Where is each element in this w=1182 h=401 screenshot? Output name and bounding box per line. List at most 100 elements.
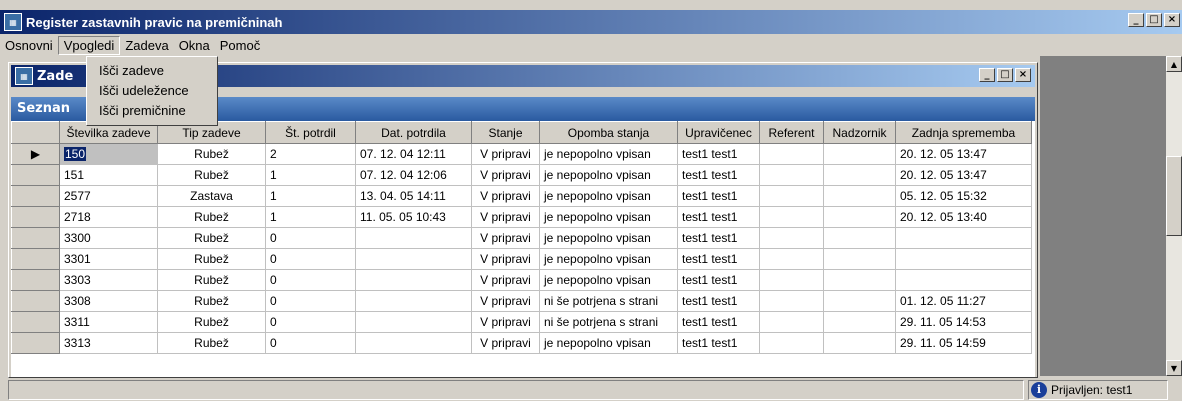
- table-cell[interactable]: [895, 227, 1032, 249]
- table-cell[interactable]: [355, 269, 472, 291]
- table-cell[interactable]: Rubež: [157, 143, 266, 165]
- table-cell[interactable]: [823, 143, 896, 165]
- menu-isci-zadeve[interactable]: Išči zadeve: [87, 61, 217, 81]
- table-cell[interactable]: [759, 206, 824, 228]
- table-cell[interactable]: je nepopolno vpisan: [539, 332, 678, 354]
- table-cell[interactable]: V pripravi: [471, 290, 540, 312]
- table-cell[interactable]: [823, 332, 896, 354]
- table-cell[interactable]: [823, 311, 896, 333]
- table-row[interactable]: 3303 Rubež 0 V pripravi je nepopolno vpisan t…: [11, 269, 1032, 291]
- table-cell[interactable]: 3308: [59, 290, 158, 312]
- table-cell[interactable]: 2718: [59, 206, 158, 228]
- table-row[interactable]: 3301 Rubež 0 V pripravi je nepopolno vpisan t…: [11, 248, 1032, 270]
- table-cell[interactable]: 3300: [59, 227, 158, 249]
- table-cell[interactable]: 3301: [59, 248, 158, 270]
- column-header[interactable]: Referent: [759, 121, 824, 144]
- table-cell[interactable]: 20. 12. 05 13:47: [895, 143, 1032, 165]
- table-cell[interactable]: 0: [265, 332, 356, 354]
- table-cell[interactable]: Rubež: [157, 248, 266, 270]
- table-cell[interactable]: 29. 11. 05 14:53: [895, 311, 1032, 333]
- table-cell[interactable]: test1 test1: [677, 290, 760, 312]
- menu-pomoc[interactable]: Pomoč: [215, 37, 265, 54]
- table-cell[interactable]: ni še potrjena s strani: [539, 311, 678, 333]
- table-row[interactable]: 151 Rubež 1 07. 12. 04 12:06 V pripravi je ne…: [11, 164, 1032, 186]
- column-header[interactable]: Opomba stanja: [539, 121, 678, 144]
- table-row[interactable]: 3313 Rubež 0 V pripravi je nepopolno vpisan t…: [11, 332, 1032, 354]
- table-cell[interactable]: V pripravi: [471, 164, 540, 186]
- child-minimize-button[interactable]: _: [979, 68, 995, 82]
- table-row[interactable]: 3311 Rubež 0 V pripravi ni še potrjena s str…: [11, 311, 1032, 333]
- menu-okna[interactable]: Okna: [174, 37, 215, 54]
- table-cell[interactable]: ni še potrjena s strani: [539, 290, 678, 312]
- table-cell[interactable]: [759, 143, 824, 165]
- table-cell[interactable]: je nepopolno vpisan: [539, 206, 678, 228]
- table-cell[interactable]: [355, 290, 472, 312]
- table-cell[interactable]: je nepopolno vpisan: [539, 269, 678, 291]
- table-cell[interactable]: 07. 12. 04 12:06: [355, 164, 472, 186]
- vertical-scrollbar[interactable]: ▲ ▼: [1166, 56, 1182, 376]
- menu-vpogledi[interactable]: Vpogledi: [57, 35, 121, 55]
- table-cell[interactable]: test1 test1: [677, 164, 760, 186]
- table-row[interactable]: ▶ 150 Rubež 2 07. 12. 04 12:11 V pripravi je n…: [11, 143, 1032, 165]
- table-cell[interactable]: [355, 248, 472, 270]
- row-indicator[interactable]: [11, 332, 60, 354]
- maximize-button[interactable]: □: [1146, 13, 1162, 27]
- table-cell[interactable]: 0: [265, 248, 356, 270]
- column-header[interactable]: Nadzornik: [823, 121, 896, 144]
- column-header[interactable]: Zadnja sprememba: [895, 121, 1032, 144]
- table-cell[interactable]: 1: [265, 164, 356, 186]
- table-cell[interactable]: 29. 11. 05 14:59: [895, 332, 1032, 354]
- table-row[interactable]: 3300 Rubež 0 V pripravi je nepopolno vpisan t…: [11, 227, 1032, 249]
- table-cell[interactable]: V pripravi: [471, 248, 540, 270]
- table-cell[interactable]: V pripravi: [471, 332, 540, 354]
- table-cell[interactable]: 151: [59, 164, 158, 186]
- table-cell[interactable]: je nepopolno vpisan: [539, 164, 678, 186]
- table-cell[interactable]: Rubež: [157, 269, 266, 291]
- table-cell[interactable]: test1 test1: [677, 332, 760, 354]
- child-close-button[interactable]: ×: [1015, 68, 1031, 82]
- table-cell[interactable]: [355, 332, 472, 354]
- table-cell[interactable]: [823, 227, 896, 249]
- table-cell[interactable]: Rubež: [157, 311, 266, 333]
- table-cell[interactable]: 1: [265, 206, 356, 228]
- scroll-thumb[interactable]: [1166, 156, 1182, 236]
- table-cell[interactable]: [823, 164, 896, 186]
- table-cell[interactable]: [895, 269, 1032, 291]
- table-cell[interactable]: 0: [265, 227, 356, 249]
- table-cell[interactable]: [759, 290, 824, 312]
- column-header[interactable]: Stanje: [471, 121, 540, 144]
- table-cell[interactable]: je nepopolno vpisan: [539, 143, 678, 165]
- table-cell[interactable]: 20. 12. 05 13:40: [895, 206, 1032, 228]
- table-cell[interactable]: test1 test1: [677, 227, 760, 249]
- table-cell[interactable]: je nepopolno vpisan: [539, 227, 678, 249]
- table-cell[interactable]: 07. 12. 04 12:11: [355, 143, 472, 165]
- table-cell[interactable]: 20. 12. 05 13:47: [895, 164, 1032, 186]
- table-cell[interactable]: V pripravi: [471, 143, 540, 165]
- table-cell[interactable]: 0: [265, 290, 356, 312]
- column-header[interactable]: Upravičenec: [677, 121, 760, 144]
- table-cell[interactable]: 2577: [59, 185, 158, 207]
- table-cell[interactable]: [759, 269, 824, 291]
- table-cell[interactable]: 3311: [59, 311, 158, 333]
- table-cell[interactable]: 3313: [59, 332, 158, 354]
- table-cell[interactable]: [355, 311, 472, 333]
- row-indicator[interactable]: [11, 248, 60, 270]
- table-cell[interactable]: test1 test1: [677, 269, 760, 291]
- table-row[interactable]: 2718 Rubež 1 11. 05. 05 10:43 V pripravi je n…: [11, 206, 1032, 228]
- table-cell[interactable]: test1 test1: [677, 206, 760, 228]
- menu-osnovni[interactable]: Osnovni: [0, 37, 58, 54]
- table-cell[interactable]: 0: [265, 311, 356, 333]
- table-cell[interactable]: 01. 12. 05 11:27: [895, 290, 1032, 312]
- menu-zadeva[interactable]: Zadeva: [120, 37, 173, 54]
- table-cell[interactable]: [355, 227, 472, 249]
- table-cell[interactable]: [823, 269, 896, 291]
- table-cell[interactable]: 11. 05. 05 10:43: [355, 206, 472, 228]
- table-cell[interactable]: [759, 332, 824, 354]
- table-cell[interactable]: V pripravi: [471, 206, 540, 228]
- table-cell[interactable]: 05. 12. 05 15:32: [895, 185, 1032, 207]
- table-cell[interactable]: Rubež: [157, 332, 266, 354]
- table-cell[interactable]: test1 test1: [677, 143, 760, 165]
- table-cell[interactable]: je nepopolno vpisan: [539, 185, 678, 207]
- table-cell[interactable]: 150: [59, 143, 158, 165]
- table-cell[interactable]: V pripravi: [471, 185, 540, 207]
